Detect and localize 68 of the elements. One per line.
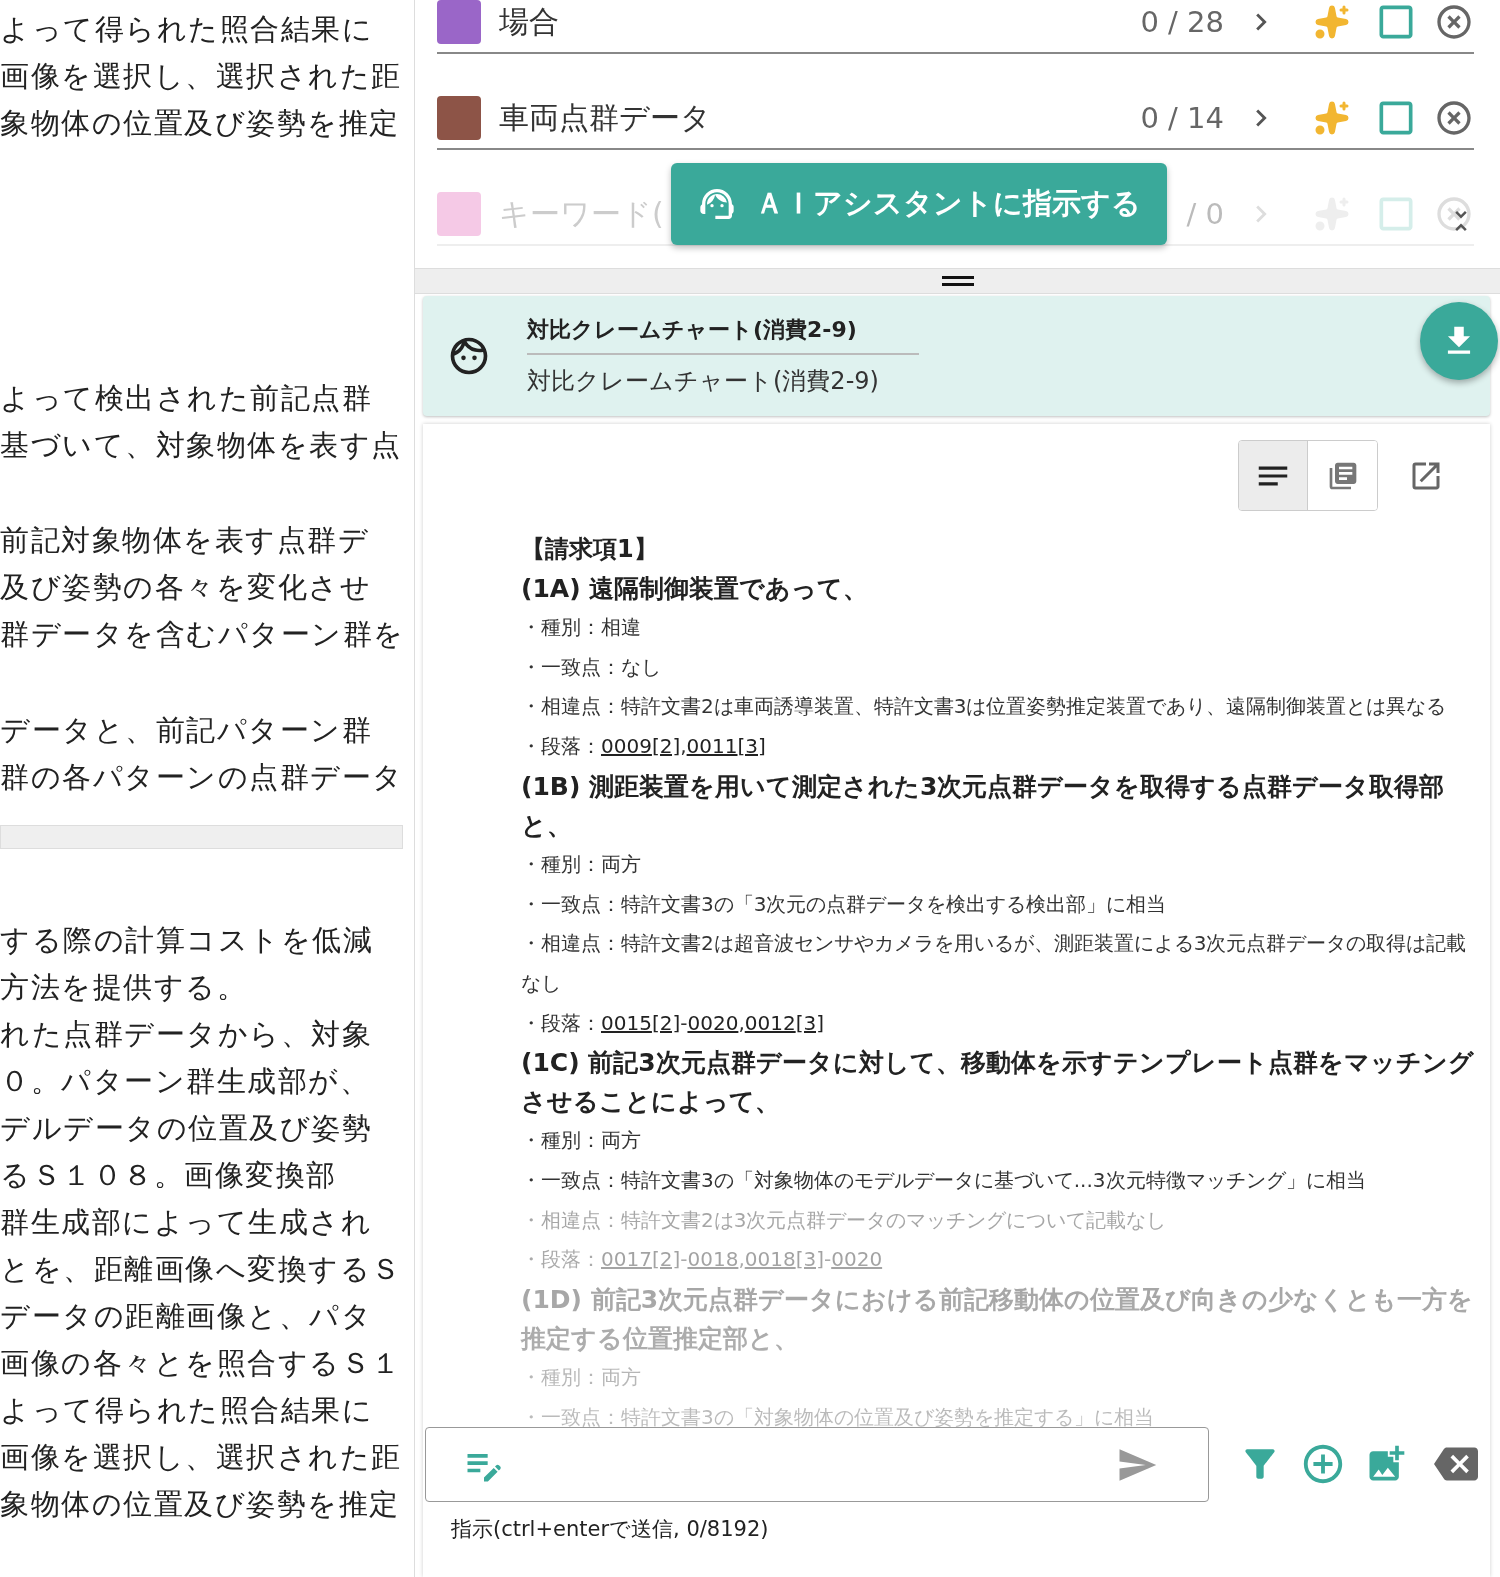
document-text-line: する際の計算コストを低減 <box>0 922 374 959</box>
document-text-line: 基づいて、対象物体を表す点 <box>0 427 403 464</box>
claim-detail: ・相違点：特許文書2は超音波センサやカメラを用いるが、測距装置による3次元点群データの取得は記載なし <box>521 930 1468 997</box>
paragraph-link[interactable]: 0012 <box>744 1010 796 1035</box>
claim-element-heading: (1D) 前記3次元点群データにおける前記移動体の位置及び向きの少なくとも一方を推定する位置推定部と、 <box>521 1284 1475 1356</box>
document-text-line: 象物体の位置及び姿勢を推定 <box>0 1486 401 1523</box>
input-hint: 指示(ctrl+enterで送信, 0/8192) <box>451 1516 769 1543</box>
paragraph-link[interactable]: [2] <box>651 1010 681 1035</box>
document-text-line: 画像を選択し、選択された距 <box>0 58 403 95</box>
match-count: 0 / 28 <box>1140 5 1224 39</box>
drag-handle-icon <box>941 276 974 286</box>
claim-element-heading: (1B) 測距装置を用いて測定された3次元点群データを取得する点群データ取得部と、 <box>521 770 1446 842</box>
paragraph-refs: ・段落：0009[2],0011[3] <box>521 733 767 761</box>
document-text-line: 画像の各々とを照合するＳ１ <box>0 1345 403 1382</box>
sparkles-icon[interactable] <box>1314 4 1350 40</box>
document-text-line: 群生成部によって生成され <box>0 1204 373 1241</box>
keyword-label: 車両点群データ <box>499 98 711 137</box>
document-text-line: よって検出された前記点群 <box>0 380 373 417</box>
paragraph-link[interactable]: [3] <box>737 734 766 759</box>
claim-detail: ・一致点：なし <box>521 653 662 681</box>
document-text-line: ０。パターン群生成部が、 <box>0 1063 371 1100</box>
paragraph-link[interactable]: 0009 <box>601 734 652 759</box>
document-text-line: データの距離画像と、パタ <box>0 1298 373 1335</box>
claim-detail: ・種別：両方 <box>521 1127 642 1155</box>
document-text-line: 群データを含むパターン群を <box>0 616 406 653</box>
paragraph-refs: ・段落：0017[2]-0018,0018[3]-0020 <box>521 1246 884 1274</box>
claim-detail: ・一致点：特許文書3の「3次元の点群データを検出する検出部」に相当 <box>521 890 1168 918</box>
document-text-line: デルデータの位置及び姿勢 <box>0 1110 373 1147</box>
keyword-label: 場合 <box>499 2 559 41</box>
paragraph-link[interactable]: 0020 <box>687 1010 739 1035</box>
remove-icon[interactable] <box>1434 2 1474 42</box>
sparkles-icon[interactable] <box>1314 100 1350 136</box>
document-text-line: 画像を選択し、選択された距 <box>0 1439 403 1476</box>
document-text-line: 象物体の位置及び姿勢を推定 <box>0 105 401 142</box>
document-text-line: よって得られた照合結果に <box>0 1392 374 1429</box>
document-text-line: とを、距離画像へ変換するＳ <box>0 1251 403 1288</box>
claim-detail: ・一致点：特許文書3の「対象物体のモデルデータに基づいて...3次元特徴マッチング」に相当 <box>521 1167 1367 1195</box>
document-text-line: れた点群データから、対象 <box>0 1016 373 1053</box>
text-view-toggle[interactable] <box>1239 441 1308 510</box>
claim-detail: ・相違点：特許文書2は車両誘導装置、特許文書3は位置姿勢推定装置であり、遠隔制御装置とは異なる <box>521 693 1448 721</box>
paragraph-link[interactable]: 0011 <box>686 734 738 759</box>
document-text-line: よって得られた照合結果に <box>0 11 374 48</box>
match-count: / 0 <box>1186 197 1224 231</box>
paragraph-link[interactable]: [2] <box>651 734 681 759</box>
paragraph-link[interactable]: 0015 <box>601 1010 652 1035</box>
claim-detail: ・種別：両方 <box>521 1364 642 1392</box>
download-button[interactable] <box>1420 302 1498 380</box>
chat-title: 対比クレームチャート(消費2-9) <box>527 315 919 355</box>
chat-subtitle: 対比クレームチャート(消費2-9) <box>527 366 880 397</box>
claim-detail: ・一致点：特許文書3の「対象物体の位置及び姿勢を推定する」に相当 <box>521 1403 1155 1431</box>
claim-detail: ・相違点：特許文書2は3次元点群データのマッチングについて記載なし <box>521 1206 1168 1234</box>
document-text-line: 群の各パターンの点群データ <box>0 759 405 796</box>
remove-icon[interactable] <box>1434 194 1474 234</box>
claim-title: 【請求項1】 <box>521 534 659 565</box>
claim-element-heading: (1C) 前記3次元点群データに対して、移動体を示すテンプレート点群をマッチングさせることによって、 <box>521 1047 1475 1119</box>
document-text-line: 方法を提供する。 <box>0 969 248 1006</box>
claim-element-heading: (1A) 遠隔制御装置であって、 <box>521 573 870 605</box>
remove-icon[interactable] <box>1434 98 1474 138</box>
claim-detail: ・種別：相違 <box>521 614 642 641</box>
match-count: 0 / 14 <box>1140 101 1224 135</box>
instruction-input[interactable] <box>425 1427 1209 1502</box>
paragraph-link[interactable]: [3] <box>795 1010 824 1035</box>
paragraph-refs: ・段落：0015[2]-0020,0012[3] <box>521 1009 825 1037</box>
document-text-line: るＳ１０８。画像変換部 <box>0 1157 338 1194</box>
document-text-line: 前記対象物体を表す点群デ <box>0 522 370 559</box>
document-text-line: 及び姿勢の各々を変化させ <box>0 569 372 606</box>
claim-detail: ・種別：両方 <box>521 850 642 878</box>
document-text-line: データと、前記パターン群 <box>0 712 373 749</box>
